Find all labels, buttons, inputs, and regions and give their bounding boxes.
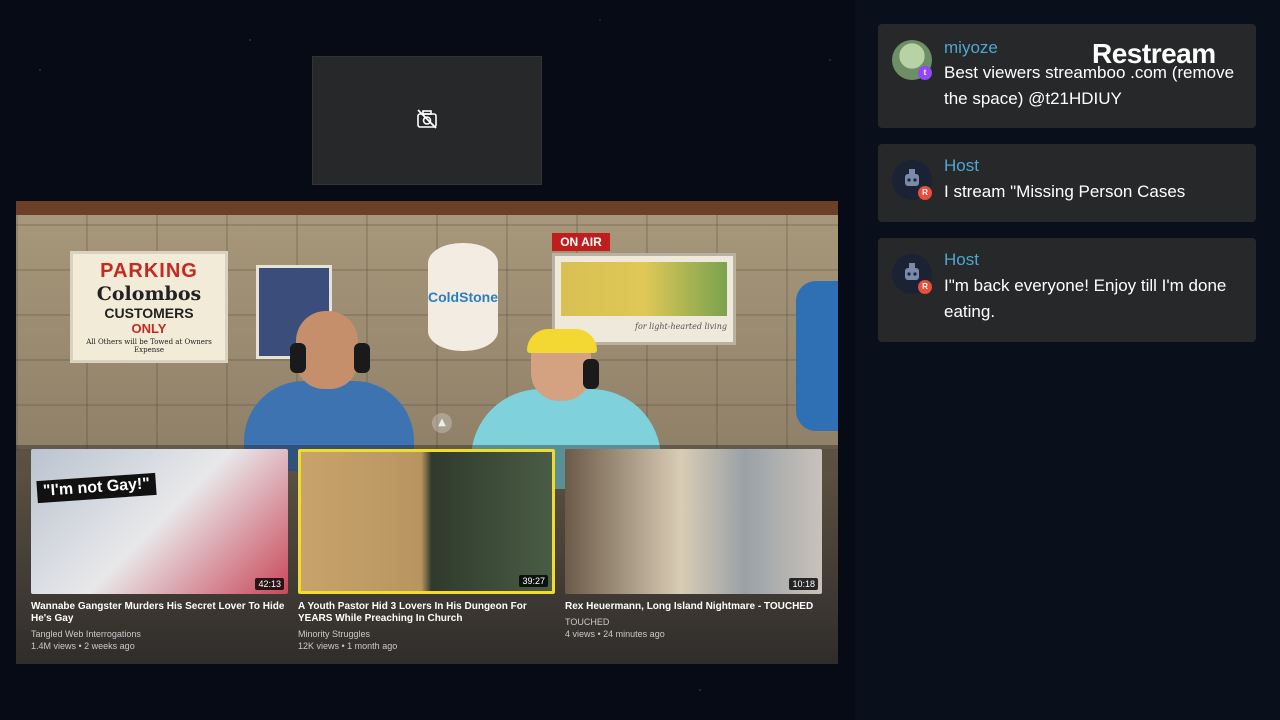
video-channel[interactable]: Minority Struggles <box>298 628 555 640</box>
video-stats: 12K views • 1 month ago <box>298 641 398 651</box>
camera-off-tile <box>312 56 542 185</box>
parking-sign-title: PARKING <box>100 260 198 282</box>
chat-username: miyoze <box>944 38 998 57</box>
framed-picture-image <box>561 262 727 316</box>
chat-message: R Host I"m back everyone! Enjoy till I'm… <box>878 238 1256 342</box>
ceiling-beam <box>16 201 838 215</box>
restream-badge-icon: R <box>918 186 932 200</box>
parking-sign-name: Colombos <box>96 283 202 305</box>
camera-off-icon <box>415 107 439 135</box>
chat-text: I"m back everyone! Enjoy till I'm done e… <box>944 276 1227 321</box>
video-channel[interactable]: TOUCHED <box>565 616 822 628</box>
suggested-video-card[interactable]: 39:27 A Youth Pastor Hid 3 Lovers In His… <box>298 449 555 652</box>
video-title[interactable]: Wannabe Gangster Murders His Secret Love… <box>31 601 288 625</box>
video-channel[interactable]: Tangled Web Interrogations <box>31 628 288 640</box>
video-stats: 4 views • 24 minutes ago <box>565 629 665 639</box>
main-video[interactable]: PARKING Colombos CUSTOMERS ONLY All Othe… <box>16 201 838 664</box>
video-stats: 1.4M views • 2 weeks ago <box>31 641 135 651</box>
video-duration: 10:18 <box>789 578 818 590</box>
video-thumbnail[interactable]: "I'm not Gay!" 42:13 <box>31 449 288 594</box>
headphones-icon <box>290 343 306 373</box>
chat-username: Host <box>944 156 979 175</box>
chat-username: Host <box>944 250 979 269</box>
video-duration: 42:13 <box>255 578 284 590</box>
parking-sign-only: ONLY <box>131 321 167 336</box>
restream-logo: Restream <box>1092 38 1216 69</box>
chat-message: R Host I stream "Missing Person Cases <box>878 144 1256 222</box>
video-thumbnail[interactable]: 10:18 <box>565 449 822 594</box>
video-thumbnail[interactable]: 39:27 <box>298 449 555 594</box>
parking-sign-footer: All Others will be Towed at Owners Expen… <box>86 338 212 354</box>
video-title[interactable]: Rex Heuermann, Long Island Nightmare - T… <box>565 601 822 613</box>
video-duration: 39:27 <box>519 575 548 587</box>
chat-text: I stream "Missing Person Cases <box>944 182 1186 201</box>
parking-sign-customers: CUSTOMERS <box>104 305 194 321</box>
restream-badge-icon: R <box>918 280 932 294</box>
chevron-up-icon[interactable]: ▲ <box>432 413 452 433</box>
thumbnail-caption: "I'm not Gay!" <box>36 472 157 504</box>
blue-wall-sign <box>796 281 838 431</box>
headphones-icon <box>354 343 370 373</box>
host-right-cap <box>527 329 597 353</box>
suggested-video-card[interactable]: "I'm not Gay!" 42:13 Wannabe Gangster Mu… <box>31 449 288 652</box>
twitch-icon: t <box>918 66 932 80</box>
suggested-videos: "I'm not Gay!" 42:13 Wannabe Gangster Mu… <box>16 445 838 664</box>
headphones-icon <box>583 359 599 389</box>
video-title[interactable]: A Youth Pastor Hid 3 Lovers In His Dunge… <box>298 601 555 625</box>
suggested-video-card[interactable]: 10:18 Rex Heuermann, Long Island Nightma… <box>565 449 822 640</box>
host-left <box>244 311 424 471</box>
parking-sign: PARKING Colombos CUSTOMERS ONLY All Othe… <box>70 251 228 363</box>
on-air-sign: ON AIR <box>552 233 610 251</box>
